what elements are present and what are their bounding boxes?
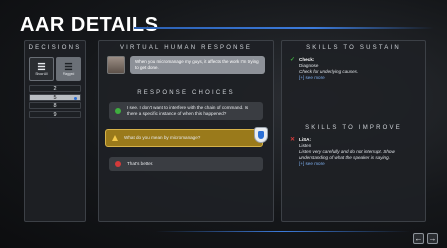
decision-item-5[interactable]: 5 xyxy=(29,93,81,101)
decision-item-2[interactable]: 2 xyxy=(29,85,81,92)
skill-improve: ✕ LiSA: Listen Listen very carefully and… xyxy=(288,137,419,167)
response-choice-1[interactable]: I see. I don't want to interfere with th… xyxy=(109,102,263,120)
decision-item-8[interactable]: 8 xyxy=(29,102,81,109)
decision-label: 5 xyxy=(53,94,57,101)
flag-icon xyxy=(64,62,73,71)
show-all-button[interactable]: Show All xyxy=(29,57,54,81)
decision-list: 2 5 8 9 xyxy=(29,85,81,118)
vh-response-bubble: When you micromanage my guys, it affects… xyxy=(130,56,265,74)
x-icon: ✕ xyxy=(290,137,296,143)
see-more-link[interactable]: [+] see more xyxy=(299,75,419,81)
skill-sustain: ✓ Check: Diagnose Check for underlying c… xyxy=(288,57,419,81)
skills-sustain-title: SKILLS TO SUSTAIN xyxy=(306,45,401,51)
title-divider xyxy=(134,27,434,29)
arrow-right-icon: → xyxy=(428,234,437,243)
skills-improve-title: SKILLS TO IMPROVE xyxy=(305,125,402,131)
show-all-label: Show All xyxy=(35,72,48,76)
arrow-left-icon: ← xyxy=(414,234,423,243)
decision-label: 9 xyxy=(53,111,57,118)
vh-response-title: VIRTUAL HUMAN RESPONSE xyxy=(119,45,253,51)
bottom-divider xyxy=(155,231,410,232)
check-icon: ✓ xyxy=(290,57,296,63)
skills-panel: SKILLS TO SUSTAIN ✓ Check: Diagnose Chec… xyxy=(281,40,426,222)
choice-text: That's better. xyxy=(127,161,154,166)
flagged-label: Flagged xyxy=(62,72,75,76)
response-choice-3[interactable]: That's better. xyxy=(109,157,263,171)
flagged-button[interactable]: Flagged xyxy=(56,57,81,81)
decisions-panel: DECISIONS Show All Flagged 2 5 8 9 xyxy=(24,40,86,222)
decisions-filter-bar: Show All Flagged xyxy=(25,57,85,81)
see-more-link[interactable]: [+] see more xyxy=(299,161,419,167)
response-choices-title: RESPONSE CHOICES xyxy=(137,90,235,96)
response-choice-2[interactable]: What do you mean by micromanage? xyxy=(105,127,268,147)
response-panel: VIRTUAL HUMAN RESPONSE When you microman… xyxy=(98,40,274,222)
decisions-title: DECISIONS xyxy=(28,45,82,51)
choice-text: I see. I don't want to interfere with th… xyxy=(127,105,249,116)
selected-dot-icon xyxy=(74,96,77,100)
back-button[interactable]: ← xyxy=(413,233,424,244)
choice-text: What do you mean by micromanage? xyxy=(124,135,201,140)
avatar xyxy=(107,56,125,74)
decision-item-9[interactable]: 9 xyxy=(29,110,81,118)
shield-icon xyxy=(254,127,268,143)
warning-icon xyxy=(112,135,118,141)
page-title: AAR DETAILS xyxy=(20,14,159,36)
list-icon xyxy=(37,62,46,71)
check-circle-icon xyxy=(115,108,121,114)
vh-response-row: When you micromanage my guys, it affects… xyxy=(107,56,273,74)
forward-button[interactable]: → xyxy=(427,233,438,244)
x-circle-icon xyxy=(115,161,121,167)
decision-label: 8 xyxy=(53,103,57,109)
decision-label: 2 xyxy=(53,86,57,92)
skill-description: Listen very carefully and do not interru… xyxy=(299,149,395,160)
